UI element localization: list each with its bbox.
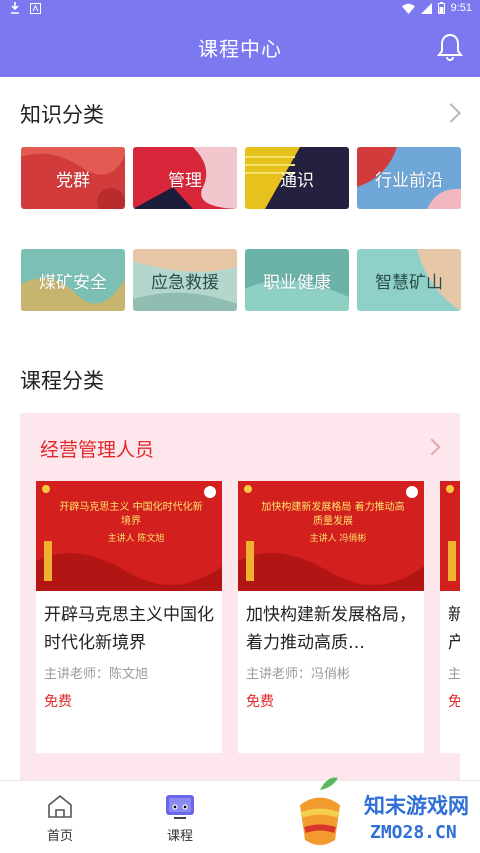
course-banner-image bbox=[440, 481, 460, 591]
course-category-panel: 经营管理人员 开辟马克思主义 中国化时代化新境界 主讲人 陈文旭 开辟马克思主义… bbox=[20, 413, 460, 780]
tab-course[interactable]: 课程 bbox=[140, 781, 220, 853]
course-teacher: 主讲老师：冯俏彬 bbox=[246, 667, 351, 682]
tab-label: 首页 bbox=[46, 829, 73, 844]
status-time: 9:51 bbox=[450, 2, 472, 14]
course-card[interactable]: 加快构建新发展格局 着力推动高质量发展 主讲人 冯俏彬 加快构建新发展格局，着力… bbox=[238, 481, 424, 753]
tile-label: 行业前沿 bbox=[375, 170, 443, 191]
watermark-url: ZMO28.CN bbox=[370, 822, 457, 843]
course-tv-icon bbox=[166, 795, 194, 819]
course-card[interactable]: 新产… 主 免 bbox=[440, 481, 460, 753]
tab-home[interactable]: 首页 bbox=[20, 781, 100, 853]
course-teacher: 主 bbox=[448, 667, 460, 682]
tile-label: 管理 bbox=[168, 170, 202, 191]
category-tile-yingji[interactable]: 应急救援 bbox=[133, 249, 237, 311]
banner-speaker: 主讲人 冯俏彬 bbox=[309, 534, 367, 544]
tile-label: 应急救援 bbox=[151, 272, 219, 293]
battery-icon bbox=[437, 2, 445, 14]
tile-label: 煤矿安全 bbox=[39, 272, 107, 293]
watermark-brand: 知末游戏网 bbox=[364, 794, 469, 818]
watermark-logo: 知末游戏网 ZMO28.CN bbox=[280, 760, 480, 853]
home-icon bbox=[48, 794, 72, 818]
course-price: 免费 bbox=[44, 694, 72, 710]
banner-decoration bbox=[440, 481, 460, 591]
banner-title: 开辟马克思主义 中国化时代化新境界 bbox=[59, 502, 203, 527]
tile-label: 智慧矿山 bbox=[375, 272, 443, 293]
status-bar: 9:51 bbox=[0, 0, 480, 18]
course-title: 加快构建新发展格局，着力推动高质… bbox=[246, 605, 416, 653]
category-tile-guanli[interactable]: 管理 bbox=[133, 147, 237, 209]
tile-label: 职业健康 bbox=[263, 272, 331, 293]
course-section-title: 课程分类 bbox=[20, 369, 104, 393]
app-notification-icon bbox=[30, 2, 41, 14]
page-title: 课程中心 bbox=[198, 37, 282, 61]
category-tile-zhihui[interactable]: 智慧矿山 bbox=[357, 249, 461, 311]
course-price: 免 bbox=[448, 694, 460, 710]
course-price: 免费 bbox=[246, 694, 274, 710]
category-tile-meikuang[interactable]: 煤矿安全 bbox=[21, 249, 125, 311]
tile-label: 党群 bbox=[56, 170, 90, 191]
signal-icon bbox=[420, 2, 432, 14]
category-tile-zhiye[interactable]: 职业健康 bbox=[245, 249, 349, 311]
tab-label: 课程 bbox=[166, 829, 193, 844]
main-content: 知识分类 党群 管理 通识 行业前沿 煤矿安全 应急救援 职业健康 智慧矿山 课… bbox=[0, 77, 480, 780]
knowledge-section-title: 知识分类 bbox=[20, 103, 104, 127]
course-title: 新产… bbox=[448, 605, 460, 653]
course-teacher: 主讲老师：陈文旭 bbox=[44, 667, 149, 682]
app-header: 课程中心 bbox=[0, 18, 480, 77]
course-card[interactable]: 开辟马克思主义 中国化时代化新境界 主讲人 陈文旭 开辟马克思主义中国化时代化新… bbox=[36, 481, 222, 753]
category-tile-hangye[interactable]: 行业前沿 bbox=[357, 147, 461, 209]
course-title: 开辟马克思主义中国化时代化新境界 bbox=[44, 605, 214, 653]
course-banner-image: 开辟马克思主义 中国化时代化新境界 主讲人 陈文旭 bbox=[36, 481, 222, 591]
wifi-icon bbox=[401, 3, 415, 14]
bell-icon[interactable] bbox=[436, 32, 464, 62]
banner-title: 加快构建新发展格局 着力推动高质量发展 bbox=[261, 502, 405, 527]
banner-speaker: 主讲人 陈文旭 bbox=[107, 534, 165, 544]
course-category-title[interactable]: 经营管理人员 bbox=[40, 435, 154, 462]
category-tile-dangqun[interactable]: 党群 bbox=[21, 147, 125, 209]
course-banner-image: 加快构建新发展格局 着力推动高质量发展 主讲人 冯俏彬 bbox=[238, 481, 424, 591]
category-tile-tongshi[interactable]: 通识 bbox=[245, 147, 349, 209]
chevron-right-icon[interactable] bbox=[441, 103, 461, 123]
tile-label: 通识 bbox=[280, 170, 314, 191]
chevron-right-icon[interactable] bbox=[423, 438, 441, 456]
download-icon bbox=[11, 2, 19, 14]
